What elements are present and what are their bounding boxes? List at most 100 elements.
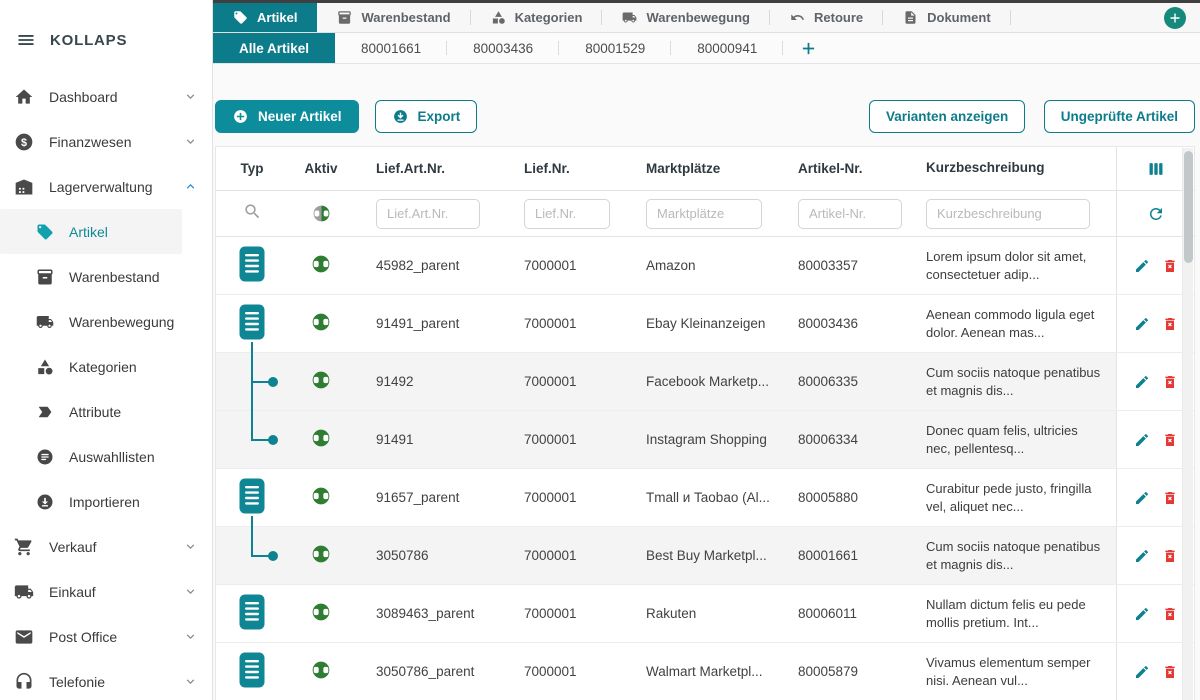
cell-lief-nr: 7000001	[502, 606, 624, 621]
cell-marktplatz: Best Buy Marketpl...	[624, 548, 776, 563]
column-header-typ: Typ	[216, 161, 288, 176]
tab-kategorien[interactable]: Kategorien	[471, 3, 603, 32]
box-icon	[337, 10, 352, 25]
edit-button[interactable]	[1134, 316, 1150, 332]
plus-circle-icon	[232, 108, 249, 125]
delete-button[interactable]	[1162, 258, 1178, 274]
tab-dokument[interactable]: Dokument	[883, 3, 1011, 32]
sidebar-item-kategorien[interactable]: Kategorien	[0, 344, 212, 389]
truck-icon	[622, 10, 637, 25]
edit-button[interactable]	[1134, 258, 1150, 274]
parent-article-icon[interactable]	[239, 594, 265, 633]
add-article-tab-button[interactable]	[783, 33, 834, 63]
table-row[interactable]: 45982_parent 7000001 Amazon 80003357 Lor…	[216, 237, 1194, 295]
tab-warenbewegung[interactable]: Warenbewegung	[602, 3, 770, 32]
artikel-nr-filter-input[interactable]	[798, 199, 902, 229]
chevron-down-icon	[183, 89, 198, 104]
delete-button[interactable]	[1162, 316, 1178, 332]
tab-warenbestand[interactable]: Warenbestand	[317, 3, 470, 32]
cell-lief-nr: 7000001	[502, 490, 624, 505]
table-row[interactable]: 91491_parent 7000001 Ebay Kleinanzeigen …	[216, 295, 1194, 353]
kurzbeschreibung-filter-input[interactable]	[926, 199, 1090, 229]
table-row[interactable]: 91492 7000001 Facebook Marketp... 800063…	[216, 353, 1194, 411]
add-module-button[interactable]	[1164, 7, 1186, 29]
cell-aktiv	[288, 544, 354, 567]
delete-button[interactable]	[1162, 432, 1178, 448]
subtab-80001661[interactable]: 80001661	[335, 33, 447, 63]
edit-button[interactable]	[1134, 490, 1150, 506]
delete-button[interactable]	[1162, 664, 1178, 680]
sidebar-item-auswahllisten[interactable]: Auswahllisten	[0, 434, 212, 479]
sidebar-item-attribute[interactable]: Attribute	[0, 389, 212, 434]
scrollbar-thumb[interactable]	[1184, 151, 1193, 263]
truck-icon	[14, 582, 34, 602]
sidebar-item-post-office[interactable]: Post Office	[0, 614, 212, 659]
subtab-alle-artikel[interactable]: Alle Artikel	[213, 33, 335, 63]
unverified-articles-button[interactable]: Ungeprüfte Artikel	[1044, 100, 1195, 133]
box-icon	[36, 268, 54, 286]
sidebar-item-verkauf[interactable]: Verkauf	[0, 524, 212, 569]
subtab-80000941[interactable]: 80000941	[671, 33, 783, 63]
sidebar-item-importieren[interactable]: Importieren	[0, 479, 212, 524]
scrollbar-track	[1182, 148, 1193, 700]
column-header-artikel-nr: Artikel-Nr.	[776, 161, 904, 176]
tag-icon	[233, 10, 248, 25]
sidebar-item-einkauf[interactable]: Einkauf	[0, 569, 212, 614]
delete-button[interactable]	[1162, 374, 1178, 390]
filter-artikel-nr	[776, 199, 904, 229]
sidebar-item-dashboard[interactable]: Dashboard	[0, 74, 212, 119]
sidebar-item-warenbestand[interactable]: Warenbestand	[0, 254, 212, 299]
tab-artikel[interactable]: Artikel	[213, 3, 317, 32]
show-variants-button[interactable]: Varianten anzeigen	[869, 100, 1025, 133]
content-area: Neuer Artikel Export Varianten anzeigen …	[213, 64, 1200, 700]
subtab-80003436[interactable]: 80003436	[447, 33, 559, 63]
article-tab-bar: Alle Artikel 80001661 80003436 80001529 …	[213, 33, 1200, 64]
cell-typ	[216, 478, 288, 517]
table-row[interactable]: 91657_parent 7000001 Tmall и Taobao (Al.…	[216, 469, 1194, 527]
delete-button[interactable]	[1162, 606, 1178, 622]
refresh-icon[interactable]	[1147, 205, 1165, 223]
tab-retoure[interactable]: Retoure	[770, 3, 883, 32]
tree-node-dot	[268, 551, 278, 561]
sidebar-item-telefonie[interactable]: Telefonie	[0, 659, 212, 700]
parent-article-icon[interactable]	[239, 246, 265, 285]
sidebar-item-artikel[interactable]: Artikel	[0, 209, 182, 254]
cell-lief-art-nr: 91491	[354, 432, 502, 447]
edit-button[interactable]	[1134, 606, 1150, 622]
table-row[interactable]: 3050786_parent 7000001 Walmart Marketpl.…	[216, 643, 1194, 700]
subtab-80001529[interactable]: 80001529	[559, 33, 671, 63]
toolbar-right: Varianten anzeigen Ungeprüfte Artikel	[869, 100, 1195, 133]
cell-lief-nr: 7000001	[502, 548, 624, 563]
parent-article-icon[interactable]	[239, 478, 265, 517]
toolbar: Neuer Artikel Export Varianten anzeigen …	[215, 100, 1195, 133]
active-filter-toggle-icon[interactable]	[312, 204, 331, 223]
edit-button[interactable]	[1134, 374, 1150, 390]
table-row[interactable]: 3050786 7000001 Best Buy Marketpl... 800…	[216, 527, 1194, 585]
sidebar-item-lagerverwaltung[interactable]: Lagerverwaltung	[0, 164, 212, 209]
marktplaetze-filter-input[interactable]	[646, 199, 762, 229]
chevron-up-icon	[183, 179, 198, 194]
active-status-icon	[311, 254, 331, 277]
lief-nr-filter-input[interactable]	[524, 199, 610, 229]
sidebar-item-warenbewegung[interactable]: Warenbewegung	[0, 299, 212, 344]
delete-button[interactable]	[1162, 548, 1178, 564]
table-row[interactable]: 91491 7000001 Instagram Shopping 8000633…	[216, 411, 1194, 469]
export-button[interactable]: Export	[375, 100, 478, 133]
parent-article-icon[interactable]	[239, 652, 265, 691]
edit-button[interactable]	[1134, 664, 1150, 680]
cell-kurzbeschreibung: Aenean commodo ligula eget dolor. Aenean…	[904, 306, 1116, 341]
home-icon	[14, 87, 34, 107]
edit-button[interactable]	[1134, 432, 1150, 448]
cell-aktiv	[288, 254, 354, 277]
menu-icon[interactable]	[16, 30, 36, 50]
parent-article-icon[interactable]	[239, 304, 265, 343]
sidebar-item-finanzwesen[interactable]: $ Finanzwesen	[0, 119, 212, 164]
brand-name: KOLLAPS	[50, 32, 127, 49]
new-article-button[interactable]: Neuer Artikel	[215, 100, 359, 133]
edit-button[interactable]	[1134, 548, 1150, 564]
lief-art-nr-filter-input[interactable]	[376, 199, 480, 229]
article-tabs: Alle Artikel 80001661 80003436 80001529 …	[213, 33, 783, 63]
delete-button[interactable]	[1162, 490, 1178, 506]
table-row[interactable]: 3089463_parent 7000001 Rakuten 80006011 …	[216, 585, 1194, 643]
column-settings-icon[interactable]	[1146, 159, 1166, 179]
